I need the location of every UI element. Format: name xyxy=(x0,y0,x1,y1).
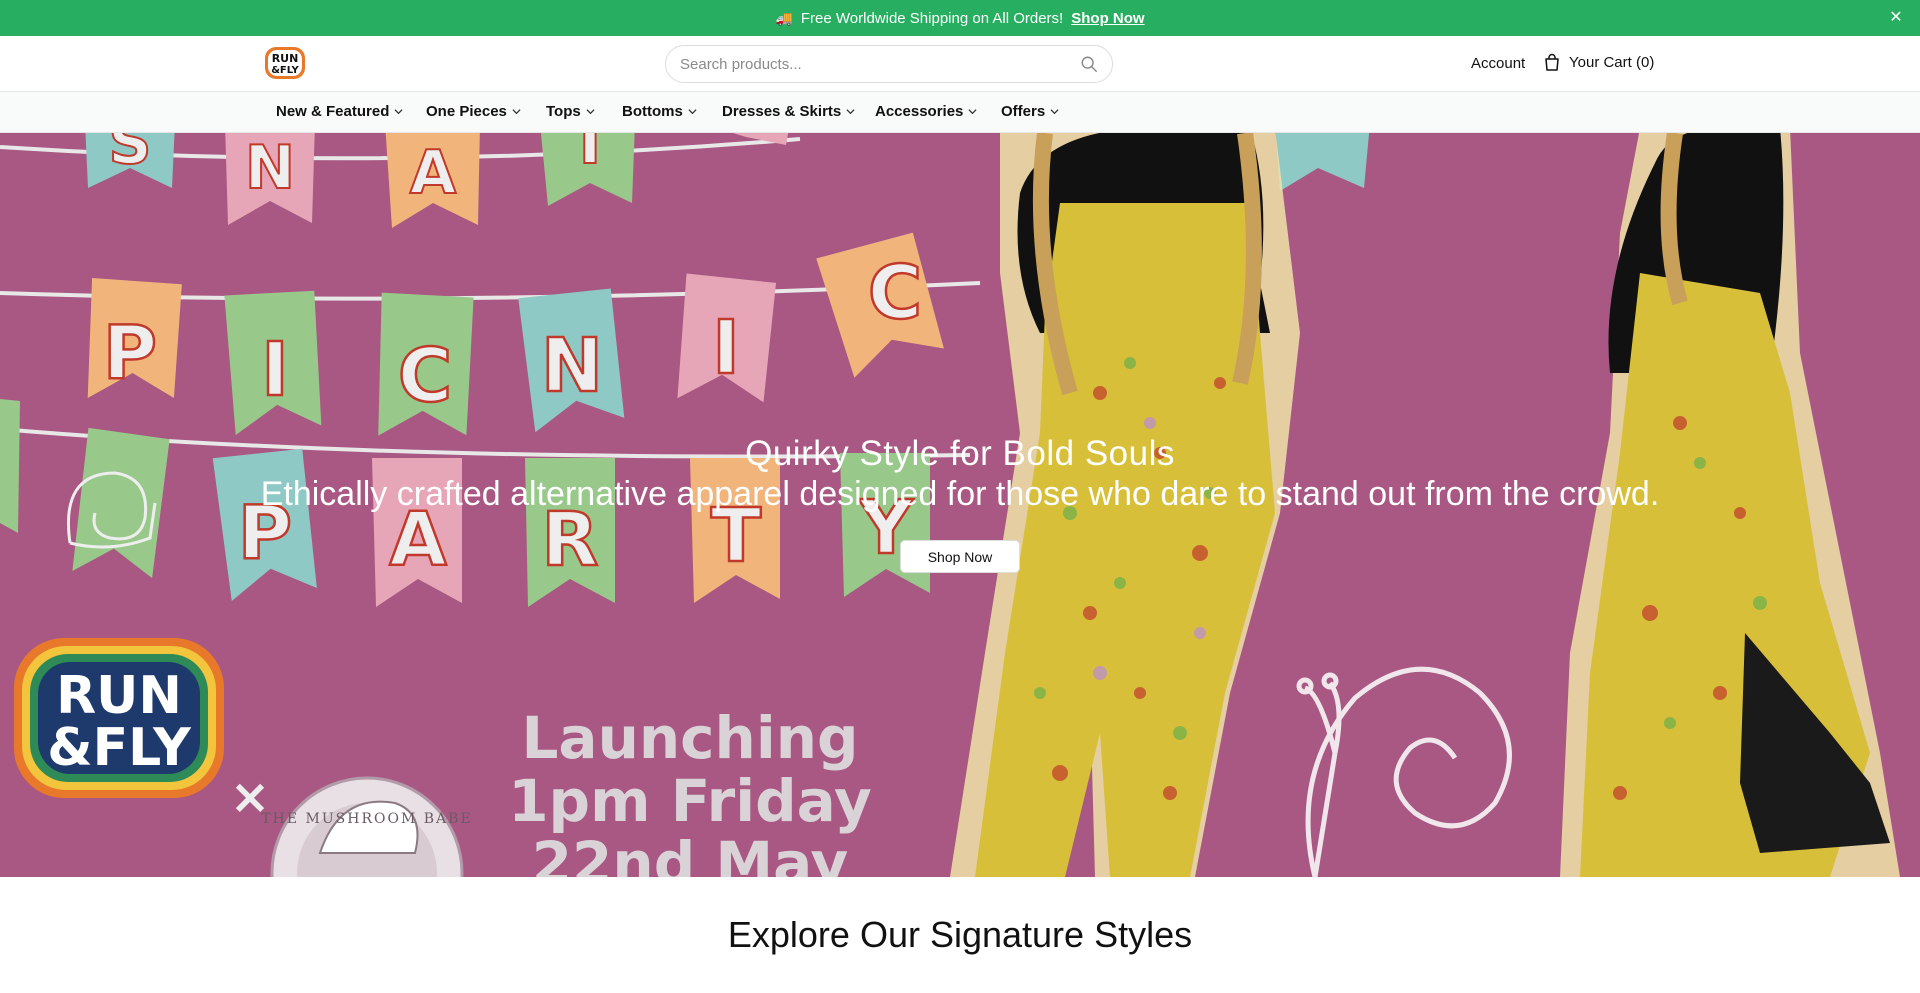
svg-text:&FLY: &FLY xyxy=(271,65,299,76)
cart-link[interactable]: Your Cart (0) xyxy=(1544,53,1654,71)
chevron-down-icon xyxy=(688,109,697,115)
nav-item-one-pieces[interactable]: One Pieces xyxy=(426,103,521,120)
hero-shop-now-button[interactable]: Shop Now xyxy=(900,540,1020,573)
svg-text:22nd May: 22nd May xyxy=(532,829,849,877)
svg-text:N: N xyxy=(245,133,295,203)
svg-text:I: I xyxy=(712,305,740,391)
mushroom-babe-seal: THE MUSHROOM BABE xyxy=(261,776,472,877)
svg-text:T: T xyxy=(570,133,611,178)
nav-item-label: Bottoms xyxy=(622,103,683,120)
search-input[interactable] xyxy=(680,55,1080,73)
svg-text:A: A xyxy=(410,138,457,208)
nav-item-offers[interactable]: Offers xyxy=(1001,103,1059,120)
chevron-down-icon xyxy=(394,109,403,115)
chevron-down-icon xyxy=(1050,109,1059,115)
nav-item-label: Accessories xyxy=(875,103,964,120)
svg-text:&FLY: &FLY xyxy=(47,718,192,778)
svg-text:I: I xyxy=(261,327,289,413)
chevron-down-icon xyxy=(846,109,855,115)
hero-title: Quirky Style for Bold Souls xyxy=(745,434,1175,473)
run-fly-badge: RUN &FLY xyxy=(14,638,224,798)
nav-item-label: Tops xyxy=(546,103,581,120)
announcement-bar: 🚚 Free Worldwide Shipping on All Orders!… xyxy=(0,0,1920,36)
snail-doodle-large xyxy=(1296,666,1512,877)
account-link[interactable]: Account xyxy=(1471,55,1525,72)
close-icon[interactable]: ✕ xyxy=(1886,8,1906,28)
hero-subtitle: Ethically crafted alternative apparel de… xyxy=(260,475,1660,513)
announcement-shop-now-link[interactable]: Shop Now xyxy=(1071,10,1144,27)
nav-item-label: One Pieces xyxy=(426,103,507,120)
nav-item-label: New & Featured xyxy=(276,103,390,120)
chevron-down-icon xyxy=(968,109,977,115)
nav-item-label: Offers xyxy=(1001,103,1046,120)
shopping-bag-icon xyxy=(1545,53,1559,71)
nav-item-label: Dresses & Skirts xyxy=(722,103,842,120)
svg-text:RUN: RUN xyxy=(272,52,299,65)
nav-item-new-featured[interactable]: New & Featured xyxy=(276,103,403,120)
svg-text:N: N xyxy=(541,323,603,409)
site-logo[interactable]: RUN &FLY xyxy=(263,45,307,81)
svg-text:THE MUSHROOM BABE: THE MUSHROOM BABE xyxy=(261,811,472,827)
nav-item-tops[interactable]: Tops xyxy=(546,103,595,120)
svg-text:Launching: Launching xyxy=(521,704,858,772)
bunting-middle-row: P I C N I C xyxy=(87,232,944,436)
chevron-down-icon xyxy=(586,109,595,115)
cart-label: Your Cart (0) xyxy=(1569,53,1655,71)
launch-text: Launching 1pm Friday 22nd May xyxy=(508,704,872,877)
svg-text:S: S xyxy=(108,133,151,178)
chevron-down-icon xyxy=(512,109,521,115)
section-title: Explore Our Signature Styles xyxy=(727,914,1193,955)
nav-item-accessories[interactable]: Accessories xyxy=(875,103,977,120)
nav-item-bottoms[interactable]: Bottoms xyxy=(622,103,697,120)
announcement-text: Free Worldwide Shipping on All Orders! xyxy=(800,9,1064,27)
truck-icon: 🚚 xyxy=(775,9,793,26)
hero-banner: S N A T P I C N I C P A R T Y RUN &FLY ×… xyxy=(0,133,1920,877)
svg-text:RUN: RUN xyxy=(56,666,182,726)
svg-text:1pm Friday: 1pm Friday xyxy=(508,767,872,835)
svg-text:P: P xyxy=(103,310,157,396)
site-header: RUN &FLY Account Your Cart (0) xyxy=(0,36,1920,92)
nav-item-dresses-skirts[interactable]: Dresses & Skirts xyxy=(722,103,855,120)
search-icon[interactable] xyxy=(1080,55,1098,73)
svg-text:C: C xyxy=(868,250,922,336)
svg-text:C: C xyxy=(398,333,452,419)
main-navigation: New & Featured One Pieces Tops Bottoms D… xyxy=(0,92,1920,133)
search-bar[interactable] xyxy=(665,45,1113,83)
